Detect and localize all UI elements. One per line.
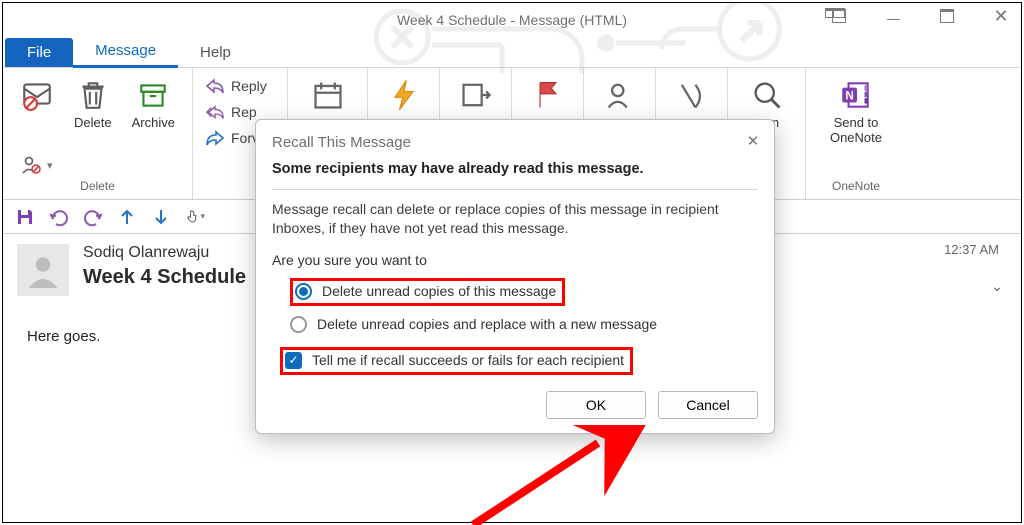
reply-button[interactable]: Reply (203, 74, 269, 98)
reply-label: Reply (231, 78, 267, 94)
onenote-label: Send toOneNote (830, 116, 882, 146)
delete-label: Delete (74, 116, 112, 131)
window-layout-icon[interactable] (825, 5, 853, 27)
ribbon-tabs: File Message Help (3, 37, 1021, 68)
chevron-down-icon[interactable]: ⌄ (991, 278, 1003, 295)
read-aloud-icon (675, 78, 709, 112)
divider (272, 189, 758, 190)
window-title: Week 4 Schedule - Message (HTML) (397, 12, 627, 28)
group-delete-label: Delete (80, 177, 115, 197)
tab-file[interactable]: File (5, 38, 73, 67)
message-subject: Week 4 Schedule (83, 266, 246, 289)
highlight-box-1: Delete unread copies of this message (290, 278, 565, 306)
group-onenote: N Send toOneNote OneNote (806, 68, 906, 199)
person-search-icon (603, 78, 637, 112)
ok-button[interactable]: OK (546, 391, 646, 419)
svg-text:N: N (845, 89, 853, 102)
save-icon[interactable] (15, 207, 35, 227)
flag-icon (531, 78, 565, 112)
touch-mode-icon[interactable]: ▾ (185, 207, 205, 227)
reply-all-label: Rep (231, 104, 257, 120)
trash-icon (76, 78, 110, 112)
dialog-title: Recall This Message (272, 134, 758, 151)
delete-button[interactable]: Delete (68, 74, 118, 135)
quick-action-button[interactable] (381, 74, 427, 116)
onenote-icon: N (839, 78, 873, 112)
archive-icon (136, 78, 170, 112)
highlight-box-2: Tell me if recall succeeds or fails for … (280, 347, 633, 375)
down-arrow-icon[interactable] (151, 207, 171, 227)
opt2-label: Delete unread copies and replace with a … (317, 316, 657, 332)
tab-help[interactable]: Help (178, 38, 253, 67)
dialog-explain: Message recall can delete or replace cop… (272, 200, 758, 238)
radio-delete-replace[interactable] (290, 316, 307, 333)
archive-label: Archive (132, 116, 175, 131)
opt1-label: Delete unread copies of this message (322, 283, 556, 299)
ignore-button[interactable] (14, 74, 60, 116)
annotation-arrow (433, 425, 663, 525)
minimize-button[interactable] (879, 5, 907, 27)
cancel-button[interactable]: Cancel (658, 391, 758, 419)
message-from: Sodiq Olanrewaju (83, 244, 246, 262)
avatar (17, 244, 69, 296)
lightning-icon (387, 78, 421, 112)
zoom-icon (750, 78, 784, 112)
radio-delete-unread[interactable] (295, 283, 312, 300)
dialog-headline: Some recipients may have already read th… (272, 161, 758, 177)
reply-icon (205, 77, 225, 95)
message-time: 12:37 AM (944, 242, 999, 257)
forward-icon (205, 129, 225, 147)
close-button[interactable]: ✕ (987, 5, 1015, 27)
dialog-close-icon[interactable]: ✕ (742, 130, 764, 152)
move-icon (459, 78, 493, 112)
flag-button[interactable] (525, 74, 571, 116)
recall-dialog: Recall This Message ✕ Some recipients ma… (255, 119, 775, 434)
opt3-label: Tell me if recall succeeds or fails for … (312, 352, 624, 368)
move-button[interactable] (453, 74, 499, 116)
find-button[interactable] (597, 74, 643, 116)
up-arrow-icon[interactable] (117, 207, 137, 227)
group-delete: Delete Archive ▾ Delete (3, 68, 193, 199)
calendar-button[interactable] (305, 74, 351, 116)
dialog-prompt: Are you sure you want to (272, 252, 758, 268)
reply-all-icon (205, 103, 225, 121)
tab-message[interactable]: Message (73, 36, 178, 68)
send-to-onenote-button[interactable]: N Send toOneNote (824, 74, 888, 150)
archive-button[interactable]: Archive (126, 74, 181, 135)
checkbox-tell-me[interactable] (285, 352, 302, 369)
read-aloud-button[interactable] (669, 74, 715, 116)
calendar-icon (311, 78, 345, 112)
redo-icon[interactable] (83, 207, 103, 227)
title-bar: Week 4 Schedule - Message (HTML) ✕ (3, 3, 1021, 37)
undo-icon[interactable] (49, 207, 69, 227)
junk-dropdown[interactable]: ▾ (19, 153, 55, 177)
person-block-icon (21, 156, 41, 174)
maximize-button[interactable] (933, 5, 961, 27)
group-onenote-label: OneNote (832, 177, 880, 197)
ignore-icon (20, 78, 54, 112)
